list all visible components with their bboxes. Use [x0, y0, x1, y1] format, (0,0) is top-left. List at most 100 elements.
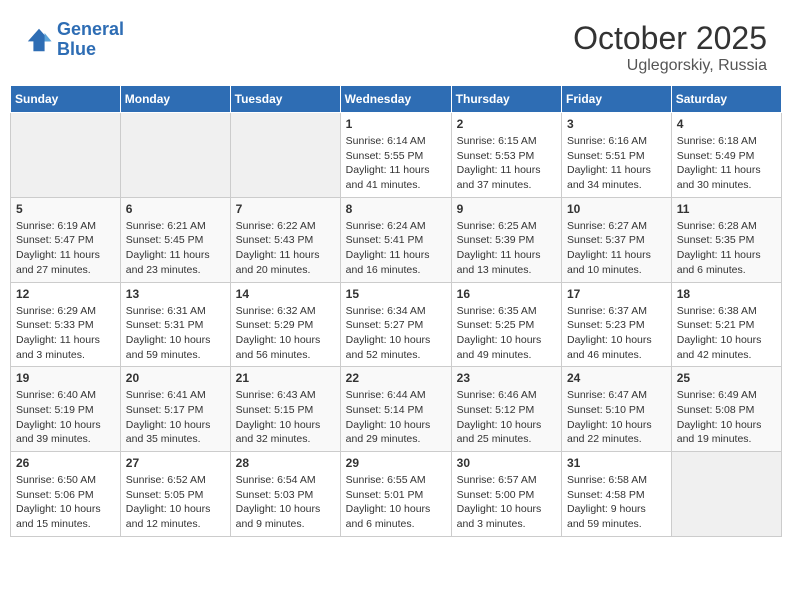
calendar-cell: 3 Sunrise: 6:16 AMSunset: 5:51 PMDaylight… [562, 113, 672, 198]
calendar-subtitle: Uglegorskiy, Russia [573, 57, 767, 75]
calendar-cell: 23Sunrise: 6:46 AMSunset: 5:12 PMDayligh… [451, 367, 561, 452]
day-number: 19 [16, 371, 115, 385]
day-info: Sunrise: 6:50 AMSunset: 5:06 PMDaylight:… [16, 473, 115, 532]
day-number: 11 [677, 202, 776, 216]
day-number: 12 [16, 287, 115, 301]
day-info: Sunrise: 6:25 AMSunset: 5:39 PMDaylight:… [457, 219, 556, 278]
calendar-cell: 24Sunrise: 6:47 AMSunset: 5:10 PMDayligh… [562, 367, 672, 452]
calendar-cell: 19Sunrise: 6:40 AMSunset: 5:19 PMDayligh… [11, 367, 121, 452]
day-info: Sunrise: 6:28 AMSunset: 5:35 PMDaylight:… [677, 219, 776, 278]
calendar-cell: 30 Sunrise: 6:57 AMSunset: 5:00 PMDayligh… [451, 452, 561, 537]
day-number: 25 [677, 371, 776, 385]
day-info: Sunrise: 6:31 AMSunset: 5:31 PMDaylight:… [126, 304, 225, 363]
calendar-cell [120, 113, 230, 198]
day-info: Sunrise: 6:15 AMSunset: 5:53 PMDaylight:… [457, 134, 556, 193]
day-info: Sunrise: 6:35 AMSunset: 5:25 PMDaylight:… [457, 304, 556, 363]
day-number: 22 [346, 371, 446, 385]
day-number: 17 [567, 287, 666, 301]
day-number: 9 [457, 202, 556, 216]
day-number: 31 [567, 456, 666, 470]
calendar-cell: 6 Sunrise: 6:21 AMSunset: 5:45 PMDaylight… [120, 197, 230, 282]
day-info: Sunrise: 6:29 AMSunset: 5:33 PMDaylight:… [16, 304, 115, 363]
day-number: 1 [346, 117, 446, 131]
calendar-table: SundayMondayTuesdayWednesdayThursdayFrid… [10, 85, 782, 537]
day-info: Sunrise: 6:44 AMSunset: 5:14 PMDaylight:… [346, 388, 446, 447]
calendar-header-row: SundayMondayTuesdayWednesdayThursdayFrid… [11, 86, 782, 113]
day-info: Sunrise: 6:21 AMSunset: 5:45 PMDaylight:… [126, 219, 225, 278]
day-info: Sunrise: 6:47 AMSunset: 5:10 PMDaylight:… [567, 388, 666, 447]
day-info: Sunrise: 6:27 AMSunset: 5:37 PMDaylight:… [567, 219, 666, 278]
day-info: Sunrise: 6:32 AMSunset: 5:29 PMDaylight:… [236, 304, 335, 363]
day-number: 5 [16, 202, 115, 216]
day-info: Sunrise: 6:34 AMSunset: 5:27 PMDaylight:… [346, 304, 446, 363]
calendar-cell: 11 Sunrise: 6:28 AMSunset: 5:35 PMDayligh… [671, 197, 781, 282]
calendar-cell: 7Sunrise: 6:22 AMSunset: 5:43 PMDaylight… [230, 197, 340, 282]
calendar-cell: 26 Sunrise: 6:50 AMSunset: 5:06 PMDayligh… [11, 452, 121, 537]
day-number: 18 [677, 287, 776, 301]
calendar-cell: 4Sunrise: 6:18 AMSunset: 5:49 PMDaylight… [671, 113, 781, 198]
day-info: Sunrise: 6:38 AMSunset: 5:21 PMDaylight:… [677, 304, 776, 363]
day-number: 21 [236, 371, 335, 385]
calendar-week-4: 19Sunrise: 6:40 AMSunset: 5:19 PMDayligh… [11, 367, 782, 452]
day-number: 6 [126, 202, 225, 216]
calendar-week-1: 1 Sunrise: 6:14 AMSunset: 5:55 PMDaylight… [11, 113, 782, 198]
day-number: 13 [126, 287, 225, 301]
calendar-cell: 20 Sunrise: 6:41 AMSunset: 5:17 PMDayligh… [120, 367, 230, 452]
calendar-cell: 17Sunrise: 6:37 AMSunset: 5:23 PMDayligh… [562, 282, 672, 367]
day-info: Sunrise: 6:58 AMSunset: 4:58 PMDaylight:… [567, 473, 666, 532]
calendar-cell: 10 Sunrise: 6:27 AMSunset: 5:37 PMDayligh… [562, 197, 672, 282]
calendar-cell: 9 Sunrise: 6:25 AMSunset: 5:39 PMDaylight… [451, 197, 561, 282]
calendar-week-2: 5 Sunrise: 6:19 AMSunset: 5:47 PMDaylight… [11, 197, 782, 282]
column-header-friday: Friday [562, 86, 672, 113]
logo-text: General Blue [57, 20, 124, 60]
day-info: Sunrise: 6:22 AMSunset: 5:43 PMDaylight:… [236, 219, 335, 278]
logo-icon [25, 26, 53, 54]
column-header-monday: Monday [120, 86, 230, 113]
calendar-cell: 15 Sunrise: 6:34 AMSunset: 5:27 PMDayligh… [340, 282, 451, 367]
calendar-cell: 21 Sunrise: 6:43 AMSunset: 5:15 PMDayligh… [230, 367, 340, 452]
calendar-cell: 27Sunrise: 6:52 AMSunset: 5:05 PMDayligh… [120, 452, 230, 537]
day-info: Sunrise: 6:18 AMSunset: 5:49 PMDaylight:… [677, 134, 776, 193]
day-number: 2 [457, 117, 556, 131]
calendar-cell: 8Sunrise: 6:24 AMSunset: 5:41 PMDaylight… [340, 197, 451, 282]
day-info: Sunrise: 6:52 AMSunset: 5:05 PMDaylight:… [126, 473, 225, 532]
calendar-cell: 12 Sunrise: 6:29 AMSunset: 5:33 PMDayligh… [11, 282, 121, 367]
calendar-cell: 13 Sunrise: 6:31 AMSunset: 5:31 PMDayligh… [120, 282, 230, 367]
calendar-cell [11, 113, 121, 198]
day-number: 15 [346, 287, 446, 301]
column-header-thursday: Thursday [451, 86, 561, 113]
day-info: Sunrise: 6:41 AMSunset: 5:17 PMDaylight:… [126, 388, 225, 447]
day-number: 29 [346, 456, 446, 470]
column-header-wednesday: Wednesday [340, 86, 451, 113]
calendar-cell: 29Sunrise: 6:55 AMSunset: 5:01 PMDayligh… [340, 452, 451, 537]
calendar-title: October 2025 [573, 20, 767, 57]
column-header-tuesday: Tuesday [230, 86, 340, 113]
logo: General Blue [25, 20, 124, 60]
day-info: Sunrise: 6:49 AMSunset: 5:08 PMDaylight:… [677, 388, 776, 447]
day-number: 30 [457, 456, 556, 470]
day-number: 10 [567, 202, 666, 216]
calendar-cell [671, 452, 781, 537]
day-number: 8 [346, 202, 446, 216]
day-number: 16 [457, 287, 556, 301]
calendar-cell: 1 Sunrise: 6:14 AMSunset: 5:55 PMDaylight… [340, 113, 451, 198]
day-number: 23 [457, 371, 556, 385]
logo-line2: Blue [57, 39, 96, 59]
calendar-cell: 18 Sunrise: 6:38 AMSunset: 5:21 PMDayligh… [671, 282, 781, 367]
day-info: Sunrise: 6:19 AMSunset: 5:47 PMDaylight:… [16, 219, 115, 278]
day-number: 26 [16, 456, 115, 470]
day-number: 3 [567, 117, 666, 131]
calendar-cell: 5 Sunrise: 6:19 AMSunset: 5:47 PMDaylight… [11, 197, 121, 282]
day-number: 20 [126, 371, 225, 385]
day-info: Sunrise: 6:57 AMSunset: 5:00 PMDaylight:… [457, 473, 556, 532]
column-header-saturday: Saturday [671, 86, 781, 113]
day-number: 28 [236, 456, 335, 470]
day-info: Sunrise: 6:16 AMSunset: 5:51 PMDaylight:… [567, 134, 666, 193]
page-header: General Blue October 2025 Uglegorskiy, R… [10, 10, 782, 80]
calendar-cell [230, 113, 340, 198]
logo-line1: General [57, 19, 124, 39]
calendar-cell: 16 Sunrise: 6:35 AMSunset: 5:25 PMDayligh… [451, 282, 561, 367]
day-info: Sunrise: 6:14 AMSunset: 5:55 PMDaylight:… [346, 134, 446, 193]
day-info: Sunrise: 6:43 AMSunset: 5:15 PMDaylight:… [236, 388, 335, 447]
day-number: 14 [236, 287, 335, 301]
